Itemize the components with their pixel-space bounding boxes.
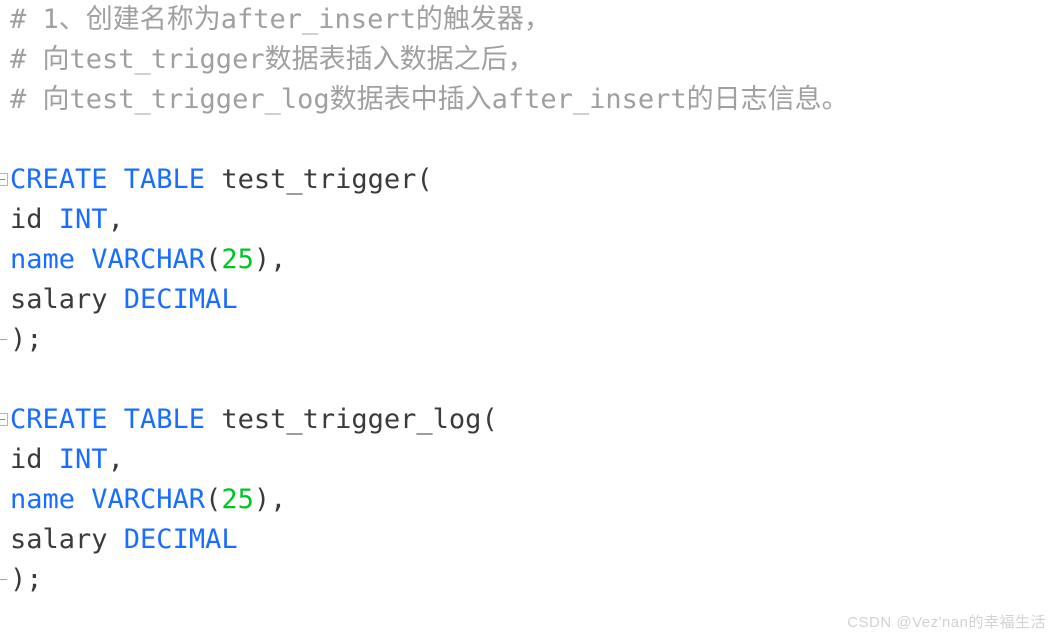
code-token-punct: ),	[253, 244, 287, 275]
code-token-punct: );	[10, 324, 43, 355]
code-line[interactable]: name VARCHAR(25),	[0, 480, 1058, 520]
code-token-punct: (	[481, 404, 498, 435]
code-token-ident: id	[10, 444, 59, 475]
code-token-punct: (	[205, 484, 222, 515]
fold-collapse-icon[interactable]	[0, 173, 8, 186]
code-token-keyword: CREATE TABLE	[10, 164, 206, 195]
code-line[interactable]: );	[0, 560, 1058, 600]
fold-collapse-icon[interactable]	[0, 413, 8, 426]
code-token-punct: (	[416, 164, 433, 195]
code-token-punct: ,	[107, 204, 124, 235]
code-line[interactable]: id INT,	[0, 200, 1058, 240]
code-token-keyword: name VARCHAR	[10, 484, 206, 515]
code-token-punct: ),	[253, 484, 287, 515]
code-token-punct: ,	[107, 444, 124, 475]
code-line[interactable]: id INT,	[0, 440, 1058, 480]
code-token-ident: salary	[10, 524, 124, 555]
code-token-number: 25	[221, 244, 254, 275]
code-token-keyword: name VARCHAR	[10, 244, 206, 275]
code-token-punct	[205, 404, 221, 435]
code-line[interactable]: CREATE TABLE test_trigger(	[0, 160, 1058, 200]
csdn-watermark: CSDN @Vez'nan的幸福生活	[847, 614, 1046, 631]
code-line[interactable]: );	[0, 320, 1058, 360]
code-token-ident: id	[10, 204, 59, 235]
code-token-keyword: INT	[58, 444, 108, 475]
code-token-ident: test_trigger	[221, 164, 417, 195]
code-line[interactable]: # 向test_trigger_log数据表中插入after_insert的日志…	[0, 80, 1058, 120]
code-token-punct: (	[205, 244, 222, 275]
code-token-keyword: DECIMAL	[123, 524, 238, 555]
sql-code-editor[interactable]: # 1、创建名称为after_insert的触发器， # 向test_trigge…	[0, 0, 1058, 642]
code-token-punct: );	[10, 564, 43, 595]
code-token-keyword: INT	[58, 204, 108, 235]
code-line[interactable]: salary DECIMAL	[0, 520, 1058, 560]
code-token-keyword: DECIMAL	[123, 284, 238, 315]
code-line-blank[interactable]	[0, 360, 1058, 400]
code-token-punct	[205, 164, 221, 195]
code-line[interactable]: # 1、创建名称为after_insert的触发器，	[0, 0, 1058, 40]
code-token-ident: test_trigger_log	[221, 404, 482, 435]
code-token-comment: # 向test_trigger_log数据表中插入after_insert的日志…	[10, 84, 849, 115]
code-line-blank[interactable]	[0, 120, 1058, 160]
code-token-ident: salary	[10, 284, 124, 315]
code-token-comment: # 1、创建名称为after_insert的触发器，	[10, 4, 551, 35]
code-line[interactable]: CREATE TABLE test_trigger_log(	[0, 400, 1058, 440]
code-token-comment: # 向test_trigger数据表插入数据之后，	[10, 44, 535, 75]
fold-end-marker-icon	[0, 579, 7, 580]
code-token-number: 25	[221, 484, 254, 515]
code-line[interactable]: name VARCHAR(25),	[0, 240, 1058, 280]
code-token-keyword: CREATE TABLE	[10, 404, 206, 435]
fold-end-marker-icon	[0, 339, 7, 340]
code-line[interactable]: # 向test_trigger数据表插入数据之后，	[0, 40, 1058, 80]
code-lines-container[interactable]: # 1、创建名称为after_insert的触发器， # 向test_trigge…	[0, 0, 1058, 600]
code-line[interactable]: salary DECIMAL	[0, 280, 1058, 320]
